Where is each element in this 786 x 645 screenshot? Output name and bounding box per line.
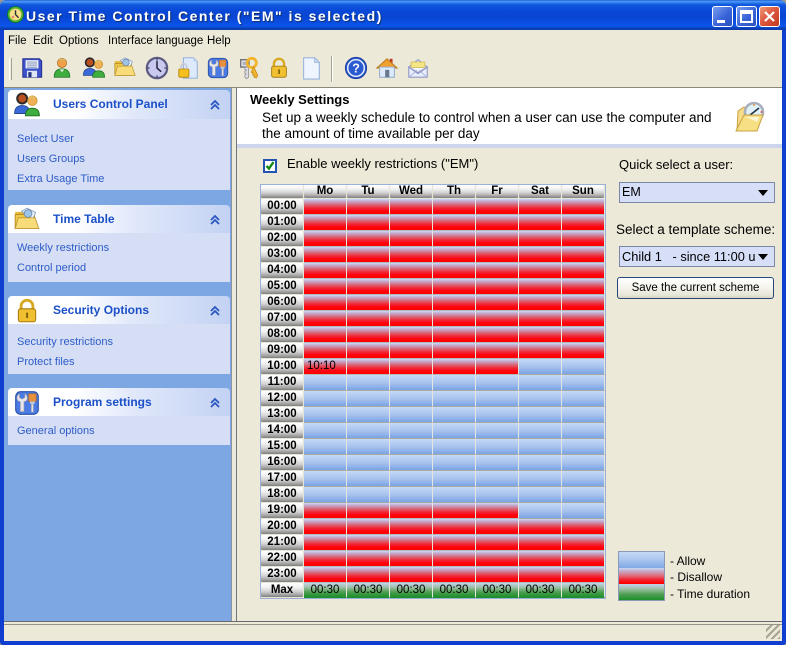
svg-text:?: ? — [352, 62, 360, 76]
